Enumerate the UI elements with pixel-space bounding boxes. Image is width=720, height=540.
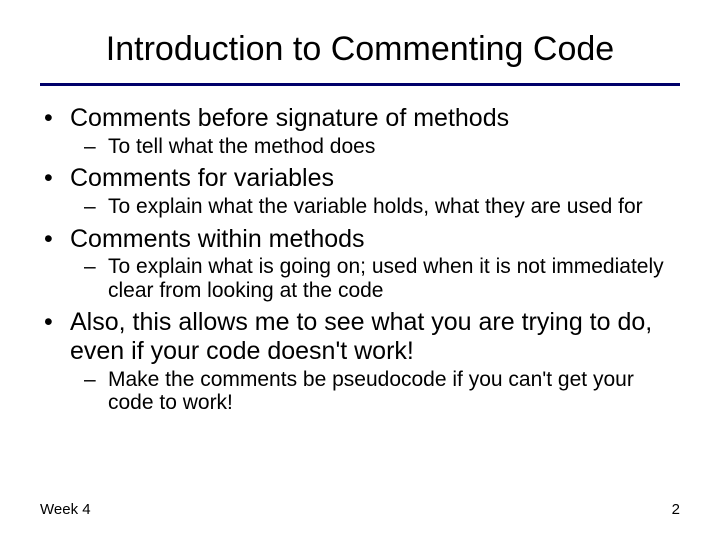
sub-bullet-text: To explain what the variable holds, what… xyxy=(108,195,643,219)
sub-bullet-item: – To explain what the variable holds, wh… xyxy=(84,195,680,219)
title-rule xyxy=(40,83,680,86)
slide-title: Introduction to Commenting Code xyxy=(40,30,680,69)
bullet-item: • Comments for variables xyxy=(44,164,680,193)
bullet-text: Also, this allows me to see what you are… xyxy=(70,308,680,366)
sub-bullet-item: – To tell what the method does xyxy=(84,135,680,159)
bullet-dash-icon: – xyxy=(84,135,108,159)
bullet-text: Comments before signature of methods xyxy=(70,104,509,133)
slide-footer: Week 4 2 xyxy=(40,501,680,518)
sub-bullet-text: To explain what is going on; used when i… xyxy=(108,255,680,302)
bullet-dot-icon: • xyxy=(44,225,70,254)
bullet-item: • Comments before signature of methods xyxy=(44,104,680,133)
footer-page-number: 2 xyxy=(672,501,680,518)
bullet-text: Comments within methods xyxy=(70,225,365,254)
bullet-dash-icon: – xyxy=(84,368,108,415)
sub-bullet-text: To tell what the method does xyxy=(108,135,375,159)
bullet-dash-icon: – xyxy=(84,195,108,219)
bullet-dot-icon: • xyxy=(44,104,70,133)
bullet-dash-icon: – xyxy=(84,255,108,302)
sub-bullet-text: Make the comments be pseudocode if you c… xyxy=(108,368,680,415)
footer-left: Week 4 xyxy=(40,501,91,518)
bullet-dot-icon: • xyxy=(44,308,70,366)
bullet-text: Comments for variables xyxy=(70,164,334,193)
sub-bullet-item: – Make the comments be pseudocode if you… xyxy=(84,368,680,415)
slide-body: • Comments before signature of methods –… xyxy=(40,104,680,415)
bullet-item: • Also, this allows me to see what you a… xyxy=(44,308,680,366)
sub-bullet-item: – To explain what is going on; used when… xyxy=(84,255,680,302)
bullet-dot-icon: • xyxy=(44,164,70,193)
bullet-item: • Comments within methods xyxy=(44,225,680,254)
